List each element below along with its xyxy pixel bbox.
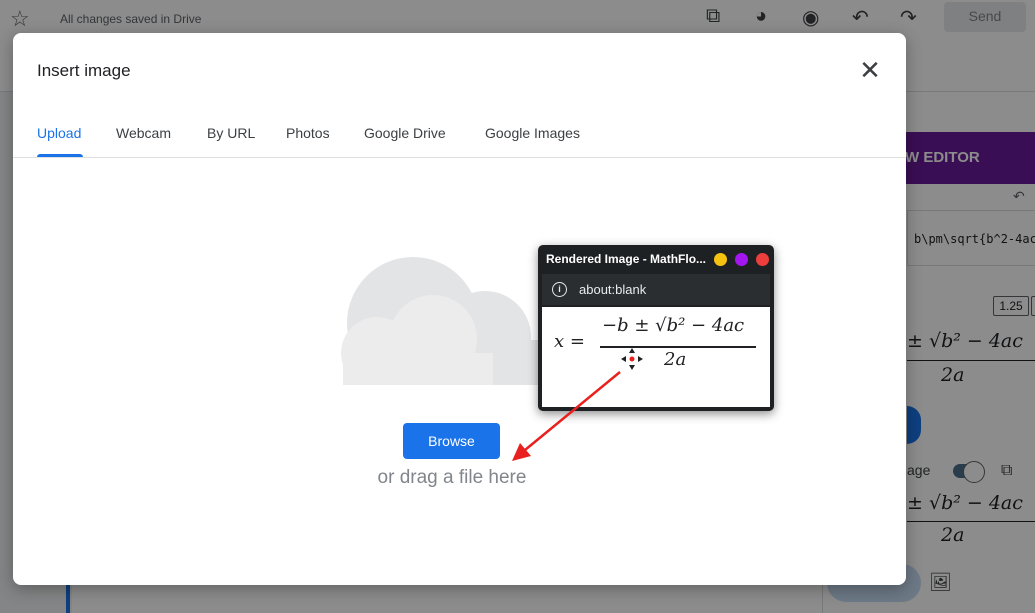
- drag-drop-hint: or drag a file here: [377, 467, 527, 488]
- dialog-title: Insert image: [37, 61, 131, 80]
- cloud-upload-icon: [341, 257, 555, 385]
- tab-by-url[interactable]: By URL: [207, 125, 255, 141]
- close-icon[interactable]: ✕: [857, 57, 883, 83]
- tab-bar: Upload Webcam By URL Photos Google Drive…: [13, 115, 906, 158]
- tab-google-drive[interactable]: Google Drive: [364, 125, 446, 141]
- maximize-dot-icon[interactable]: [735, 253, 748, 266]
- close-dot-icon[interactable]: [756, 253, 769, 266]
- rendered-equation-image[interactable]: x = −b ± √b² − 4ac 2a: [542, 307, 770, 407]
- url-text: about:blank: [579, 282, 647, 297]
- active-tab-indicator: [37, 154, 83, 157]
- equation-numerator: −b ± √b² − 4ac: [602, 315, 745, 336]
- tab-photos[interactable]: Photos: [286, 125, 330, 141]
- equation-denominator: 2a: [664, 349, 687, 370]
- tab-upload[interactable]: Upload: [37, 125, 81, 141]
- info-icon[interactable]: i: [552, 282, 567, 297]
- move-cursor-icon: [621, 348, 643, 370]
- address-bar: i about:blank: [542, 274, 770, 305]
- minimize-dot-icon[interactable]: [714, 253, 727, 266]
- tab-google-images[interactable]: Google Images: [485, 125, 580, 141]
- equation-lhs: x =: [554, 331, 585, 352]
- rendered-image-window[interactable]: Rendered Image - MathFlo... i about:blan…: [538, 245, 774, 411]
- window-title: Rendered Image - MathFlo...: [546, 252, 707, 266]
- browse-button[interactable]: Browse: [403, 423, 500, 459]
- tab-webcam[interactable]: Webcam: [116, 125, 171, 141]
